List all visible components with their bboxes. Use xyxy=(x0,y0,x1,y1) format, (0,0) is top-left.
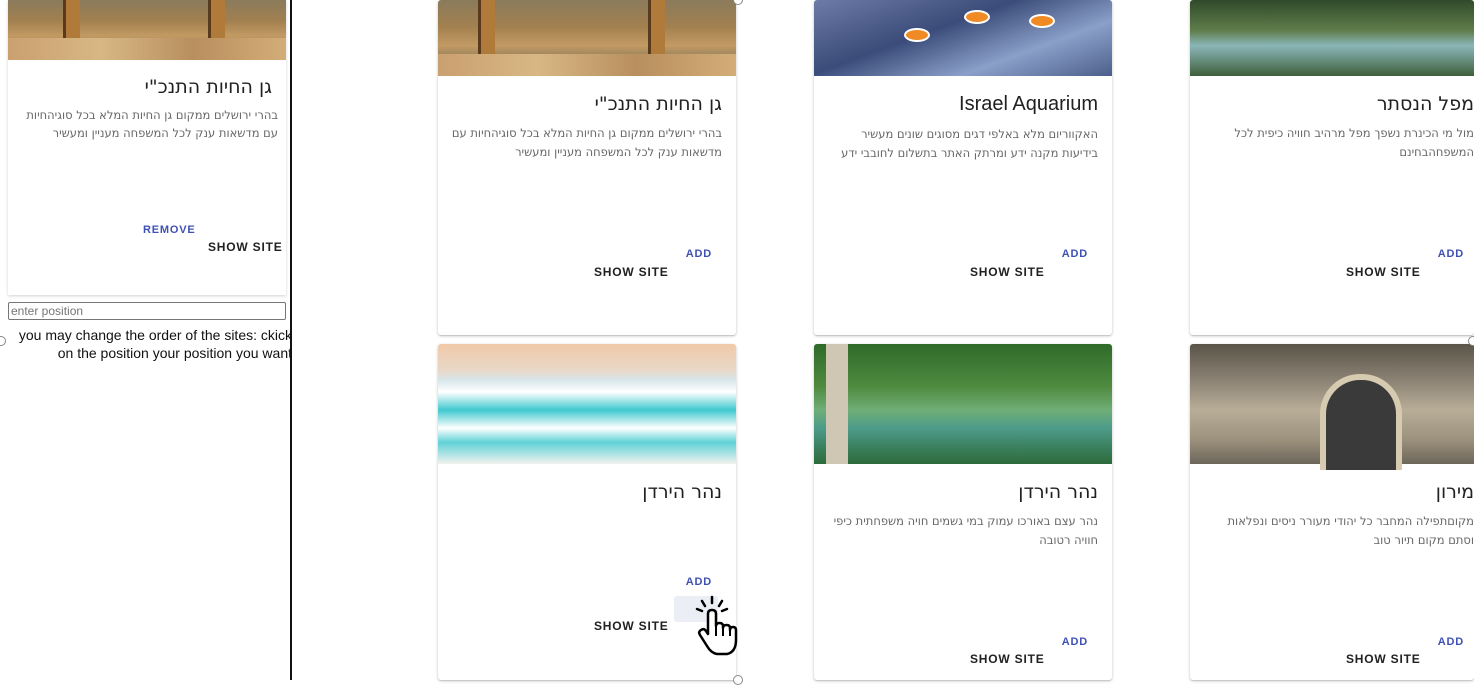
site-description: מול מי הכינרת נשפך מפל מרהיב חוויה כיפית… xyxy=(1234,126,1474,159)
site-card: מפל הנסתר מול מי הכינרת נשפך מפל מרהיב ח… xyxy=(1190,0,1474,335)
site-image xyxy=(1190,344,1474,470)
site-title: גן החיות התנכ"י xyxy=(594,93,722,115)
hand-pointer-cursor-icon xyxy=(690,594,738,664)
show-site-button[interactable]: SHOW SITE xyxy=(970,652,1045,666)
fish-figure xyxy=(964,10,990,24)
site-title: נהר הירדן xyxy=(1018,481,1098,503)
site-title: מירון xyxy=(1435,481,1474,503)
giraffe-figure xyxy=(648,0,665,55)
add-button[interactable]: ADD xyxy=(1438,636,1464,648)
resize-handle[interactable] xyxy=(733,0,743,5)
sidebar: גן החיות התנכ"י בהרי ירושלים ממקום גן הח… xyxy=(0,0,292,680)
site-image xyxy=(438,0,736,76)
add-button[interactable]: ADD xyxy=(686,248,712,260)
site-title: נהר הירדן xyxy=(642,481,722,503)
show-site-button[interactable]: SHOW SITE xyxy=(594,619,669,633)
stone-wall xyxy=(438,54,736,76)
resize-handle[interactable] xyxy=(733,675,743,685)
fish-figure xyxy=(904,28,930,42)
site-card: גן החיות התנכ"י בהרי ירושלים ממקום גן הח… xyxy=(438,0,736,335)
site-image xyxy=(814,344,1112,464)
stone-wall xyxy=(8,38,286,60)
stone-arch xyxy=(1320,374,1402,470)
giraffe-figure xyxy=(478,0,495,55)
site-description: בהרי ירושלים ממקום גן החיות המלא בכל סוג… xyxy=(451,126,722,159)
show-site-button[interactable]: SHOW SITE xyxy=(1346,265,1421,279)
show-site-button[interactable]: SHOW SITE xyxy=(1346,652,1421,666)
add-button[interactable]: ADD xyxy=(686,576,712,588)
selected-site-card: גן החיות התנכ"י בהרי ירושלים ממקום גן הח… xyxy=(8,0,286,295)
site-image xyxy=(8,0,286,60)
site-description: נהר עצם באורכו עמוק במי גשמים חויה משפחת… xyxy=(833,514,1098,547)
site-image xyxy=(814,0,1112,76)
reorder-hint: you may change the order of the sites: c… xyxy=(18,327,292,361)
resize-handle[interactable] xyxy=(1468,336,1474,346)
site-title: גן החיות התנכ"י xyxy=(144,76,272,98)
site-description: האקווריום מלא באלפי דגים מסוגים שונים מע… xyxy=(841,127,1098,160)
show-site-button[interactable]: SHOW SITE xyxy=(970,265,1045,279)
position-input[interactable] xyxy=(8,302,286,320)
remove-button[interactable]: REMOVE xyxy=(143,224,195,236)
add-button[interactable]: ADD xyxy=(1438,248,1464,260)
site-description: בהרי ירושלים ממקום גן החיות המלא בכל סוג… xyxy=(26,108,278,140)
fish-figure xyxy=(1029,14,1055,28)
site-description: מקוםתפילה המחבר כל יהודי מעורר ניסים ונפ… xyxy=(1227,514,1474,547)
site-card: מירון מקוםתפילה המחבר כל יהודי מעורר ניס… xyxy=(1190,344,1474,680)
add-button[interactable]: ADD xyxy=(1062,636,1088,648)
site-title: מפל הנסתר xyxy=(1376,93,1474,115)
add-button[interactable]: ADD xyxy=(1062,248,1088,260)
tree-trunk xyxy=(826,344,848,464)
show-site-button[interactable]: SHOW SITE xyxy=(594,265,669,279)
site-image xyxy=(438,344,736,464)
show-site-button[interactable]: SHOW SITE xyxy=(208,240,283,254)
site-card: נהר הירדן נהר עצם באורכו עמוק במי גשמים … xyxy=(814,344,1112,680)
site-image xyxy=(1190,0,1474,76)
site-card: Israel Aquarium האקווריום מלא באלפי דגים… xyxy=(814,0,1112,335)
site-title: Israel Aquarium xyxy=(959,93,1098,115)
